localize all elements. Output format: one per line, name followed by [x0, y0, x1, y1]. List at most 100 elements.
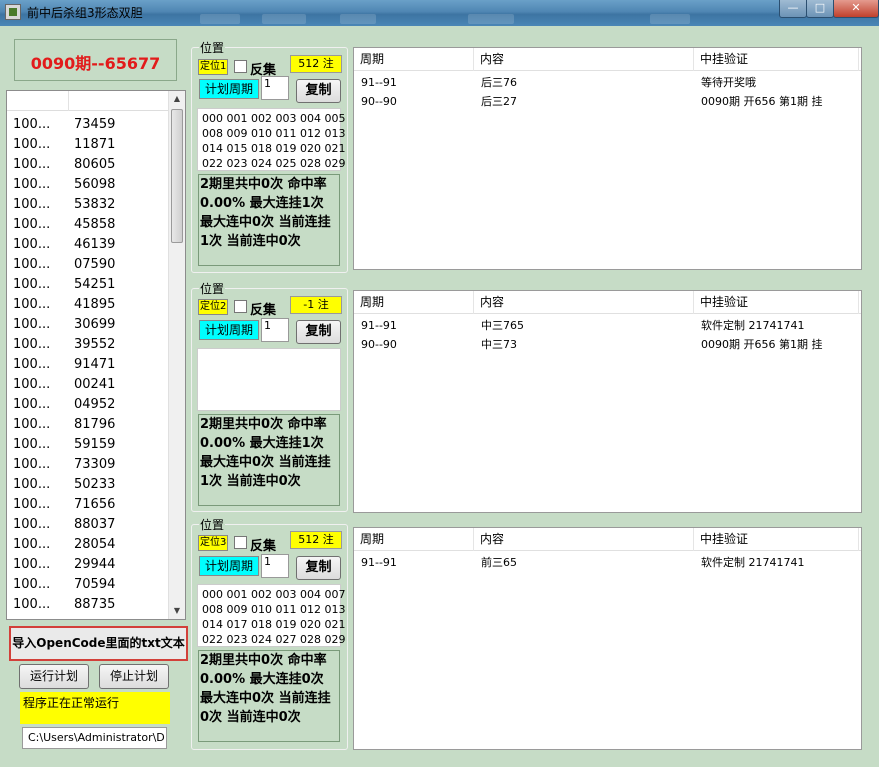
group-2-numbers[interactable] [197, 348, 341, 411]
latest-result-panel: 0090期--65677 [14, 39, 177, 81]
group-3-copy-button[interactable]: 复制 [296, 556, 341, 580]
group-2-count: -1 注 [290, 296, 342, 314]
history-period: 100... [13, 297, 51, 312]
group-2-legend: 位置 [199, 280, 226, 297]
app-icon [5, 4, 21, 20]
list-item[interactable]: 100... 70594 [7, 575, 169, 595]
history-period: 100... [13, 217, 51, 232]
blurred-background-item [468, 14, 514, 24]
list-item[interactable]: 100... 00241 [7, 375, 169, 395]
table-row[interactable]: 90--90 后三27 0090期 开656 第1期 挂 [354, 92, 861, 111]
group-1-invert-checkbox[interactable] [234, 60, 247, 73]
list-item[interactable]: 100... 71656 [7, 495, 169, 515]
list-item[interactable]: 100... 46139 [7, 235, 169, 255]
group-2-stats: 2期里共中0次 命中率0.00% 最大连挂1次 最大连中0次 当前连挂1次 当前… [198, 414, 340, 506]
minimize-button[interactable]: — [779, 0, 807, 18]
table-header: 周期 内容 中挂验证 [354, 48, 861, 71]
run-plan-button[interactable]: 运行计划 [19, 664, 89, 689]
history-list[interactable]: 100... 73459 100... 11871 100... 80605 100... 5… [6, 90, 186, 620]
group-3-invert-label[interactable]: 反集 [250, 535, 276, 554]
history-number: 30699 [74, 317, 116, 332]
history-number: 53832 [74, 197, 116, 212]
column-verify[interactable]: 中挂验证 [694, 291, 859, 314]
list-item[interactable]: 100... 81796 [7, 415, 169, 435]
history-scrollbar[interactable]: ▲ ▼ [168, 91, 185, 619]
list-item[interactable]: 100... 11871 [7, 135, 169, 155]
maximize-button[interactable]: □ [806, 0, 834, 18]
latest-result-text: 0090期--65677 [30, 54, 161, 73]
column-verify[interactable]: 中挂验证 [694, 528, 859, 551]
column-period[interactable]: 周期 [354, 291, 474, 314]
history-period: 100... [13, 457, 51, 472]
group-3-plan-input[interactable]: 1 [261, 554, 289, 578]
history-column-number[interactable] [69, 91, 169, 111]
history-period: 100... [13, 117, 51, 132]
group-1-plan-label: 计划周期 [199, 79, 259, 99]
list-item[interactable]: 100... 04952 [7, 395, 169, 415]
group-2-plan-input[interactable]: 1 [261, 318, 289, 342]
list-item[interactable]: 100... 91471 [7, 355, 169, 375]
history-number: 54251 [74, 277, 116, 292]
list-item[interactable]: 100... 30699 [7, 315, 169, 335]
list-item[interactable]: 100... 45858 [7, 215, 169, 235]
history-number: 07590 [74, 257, 116, 272]
group-1-plan-input[interactable]: 1 [261, 76, 289, 100]
history-period: 100... [13, 417, 51, 432]
close-button[interactable]: ✕ [833, 0, 879, 18]
table-row[interactable]: 91--91 中三765 软件定制 21741741 [354, 316, 861, 335]
history-number: 00241 [74, 377, 116, 392]
stop-plan-button[interactable]: 停止计划 [99, 664, 169, 689]
result-table-3[interactable]: 周期 内容 中挂验证 91--91 前三65 软件定制 21741741 [353, 527, 862, 750]
list-item[interactable]: 100... 29944 [7, 555, 169, 575]
scroll-down-arrow-icon[interactable]: ▼ [169, 603, 185, 619]
group-2-invert-checkbox[interactable] [234, 300, 247, 313]
scroll-up-arrow-icon[interactable]: ▲ [169, 91, 185, 107]
result-table-2[interactable]: 周期 内容 中挂验证 91--91 中三765 软件定制 21741741 90--90 中三… [353, 290, 862, 513]
list-item[interactable]: 100... 41895 [7, 295, 169, 315]
group-3-invert-checkbox[interactable] [234, 536, 247, 549]
list-item[interactable]: 100... 73309 [7, 455, 169, 475]
list-item[interactable]: 100... 88735 [7, 595, 169, 615]
cell-content: 后三27 [481, 95, 517, 108]
table-row[interactable]: 90--90 中三73 0090期 开656 第1期 挂 [354, 335, 861, 354]
list-item[interactable]: 100... 07590 [7, 255, 169, 275]
group-3-numbers[interactable]: 000 001 002 003 004 007 008 009 010 011 … [197, 584, 345, 647]
history-number: 50233 [74, 477, 116, 492]
column-content[interactable]: 内容 [474, 291, 694, 314]
column-period[interactable]: 周期 [354, 48, 474, 71]
table-row[interactable]: 91--91 后三76 等待开奖哦 [354, 73, 861, 92]
history-number: 73309 [74, 457, 116, 472]
result-table-1[interactable]: 周期 内容 中挂验证 91--91 后三76 等待开奖哦 90--90 后三27 0090期 开… [353, 47, 862, 270]
table-header: 周期 内容 中挂验证 [354, 291, 861, 314]
list-item[interactable]: 100... 53832 [7, 195, 169, 215]
import-txt-button[interactable]: 导入OpenCode里面的txt文本 [9, 626, 188, 661]
history-column-period[interactable] [7, 91, 69, 111]
column-content[interactable]: 内容 [474, 528, 694, 551]
blurred-background-item [650, 14, 690, 24]
list-item[interactable]: 100... 54251 [7, 275, 169, 295]
list-item[interactable]: 100... 80605 [7, 155, 169, 175]
file-path-field[interactable]: C:\Users\Administrator\D [22, 727, 167, 749]
group-1-numbers[interactable]: 000 001 002 003 004 005 008 009 010 011 … [197, 108, 345, 171]
list-item[interactable]: 100... 88037 [7, 515, 169, 535]
list-item[interactable]: 100... 28054 [7, 535, 169, 555]
column-content[interactable]: 内容 [474, 48, 694, 71]
window-title: 前中后杀组3形态双胆 [27, 6, 143, 20]
blurred-background-item [200, 14, 240, 24]
group-2-invert-label[interactable]: 反集 [250, 299, 276, 318]
list-item[interactable]: 100... 73459 [7, 115, 169, 135]
cell-content: 后三76 [481, 76, 517, 89]
group-1-copy-button[interactable]: 复制 [296, 79, 341, 103]
scroll-thumb[interactable] [171, 109, 183, 243]
table-row[interactable]: 91--91 前三65 软件定制 21741741 [354, 553, 861, 572]
column-verify[interactable]: 中挂验证 [694, 48, 859, 71]
history-number: 80605 [74, 157, 116, 172]
cell-verify: 软件定制 21741741 [701, 556, 805, 569]
column-period[interactable]: 周期 [354, 528, 474, 551]
list-item[interactable]: 100... 39552 [7, 335, 169, 355]
list-item[interactable]: 100... 59159 [7, 435, 169, 455]
group-2-copy-button[interactable]: 复制 [296, 320, 341, 344]
list-item[interactable]: 100... 56098 [7, 175, 169, 195]
history-period: 100... [13, 237, 51, 252]
list-item[interactable]: 100... 50233 [7, 475, 169, 495]
